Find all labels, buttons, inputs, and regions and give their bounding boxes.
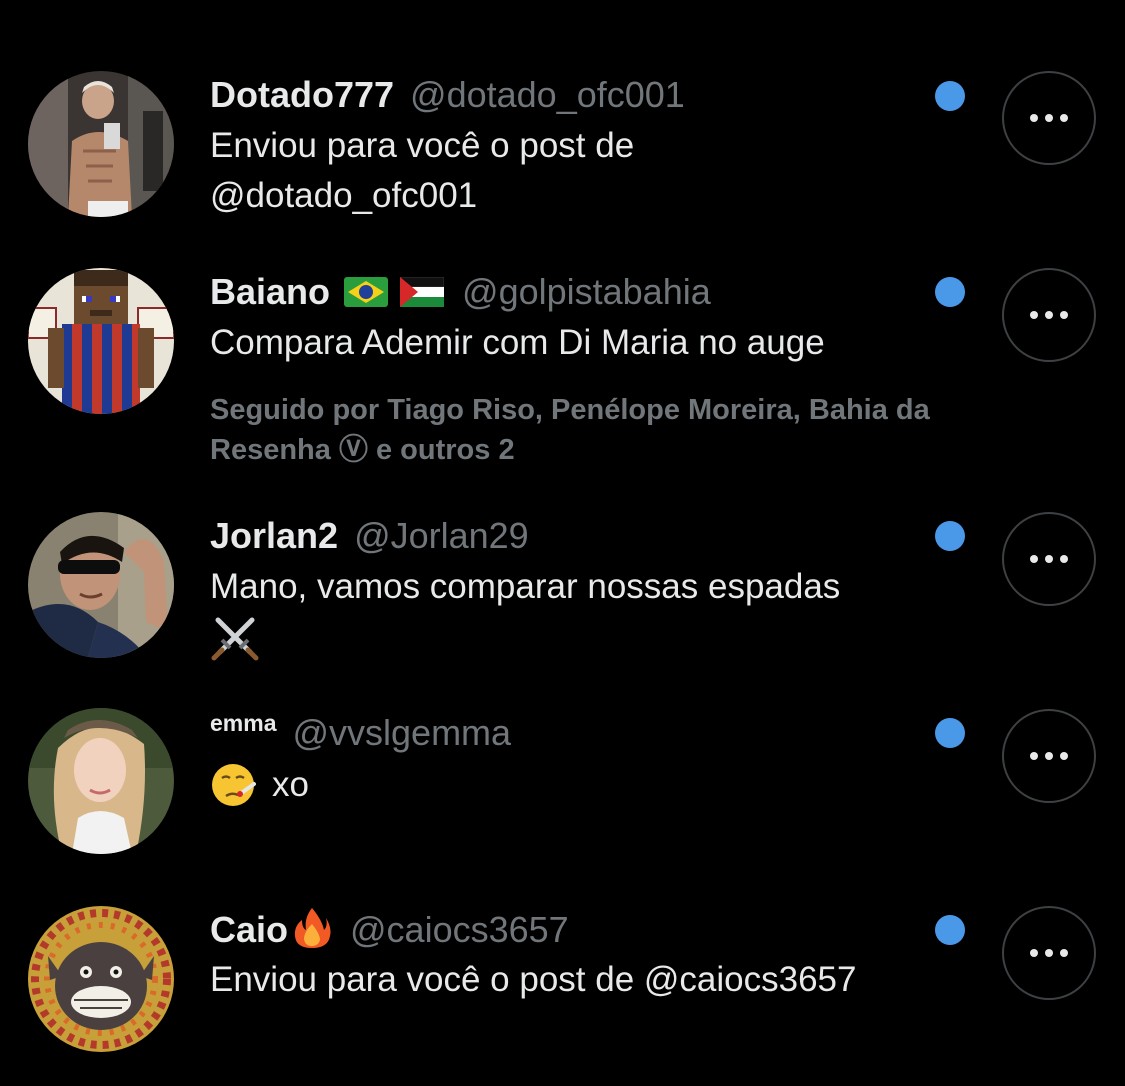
- display-name: Dotado777: [210, 74, 395, 115]
- unread-dot: [935, 277, 965, 307]
- user-handle: @dotado_ofc001: [410, 74, 685, 115]
- avatar[interactable]: [28, 906, 174, 1052]
- unread-dot: [935, 521, 965, 551]
- more-options-button[interactable]: [1002, 906, 1096, 1000]
- more-horizontal-icon: [1030, 555, 1068, 563]
- palestine-flag-icon: [400, 277, 445, 307]
- more-horizontal-icon: [1030, 114, 1068, 122]
- avatar[interactable]: [28, 71, 174, 217]
- display-name: Caio: [210, 909, 289, 950]
- thermometer-face-icon: [212, 764, 256, 806]
- followed-by-text: Seguido por Tiago Riso, Penélope Moreira…: [210, 394, 930, 466]
- message-preview: Enviou para você o post de @caiocs3657: [210, 960, 857, 999]
- more-options-button[interactable]: [1002, 71, 1096, 165]
- avatar[interactable]: [28, 512, 174, 658]
- user-handle: @vvslgemma: [292, 712, 512, 753]
- more-options-button[interactable]: [1002, 268, 1096, 362]
- more-options-button[interactable]: [1002, 709, 1096, 803]
- unread-dot: [935, 81, 965, 111]
- message-preview: xo: [210, 762, 950, 808]
- user-handle: @caiocs3657: [350, 909, 569, 950]
- avatar[interactable]: [28, 708, 174, 854]
- crossed-swords-icon: [211, 617, 259, 661]
- fire-icon: [292, 906, 332, 955]
- message-line: Enviou para você o post de: [210, 126, 635, 165]
- brazil-flag-icon: [344, 277, 389, 307]
- user-handle: @golpistabahia: [462, 271, 711, 312]
- display-name: emma: [210, 710, 277, 736]
- unread-dot: [935, 718, 965, 748]
- message-request-item[interactable]: Jorlan2 @Jorlan29 Mano, vamos comparar n…: [0, 500, 1125, 700]
- message-line: @dotado_ofc001: [210, 176, 478, 215]
- more-horizontal-icon: [1030, 311, 1068, 319]
- avatar[interactable]: [28, 268, 174, 414]
- display-name: Jorlan2: [210, 515, 339, 556]
- message-request-item[interactable]: Dotado777 @dotado_ofc001 Enviou para voc…: [0, 0, 1125, 240]
- message-line: xo: [272, 765, 309, 804]
- display-name: Baiano: [210, 271, 331, 312]
- user-handle: @Jorlan29: [354, 515, 529, 556]
- message-request-item[interactable]: Baiano @golpistabahia Compara Ademir com…: [0, 240, 1125, 500]
- more-horizontal-icon: [1030, 949, 1068, 957]
- message-line: Mano, vamos comparar nossas espadas: [210, 567, 841, 606]
- message-preview: Mano, vamos comparar nossas espadas: [210, 566, 950, 672]
- more-options-button[interactable]: [1002, 512, 1096, 606]
- message-preview: Compara Ademir com Di Maria no auge: [210, 323, 825, 362]
- message-request-item[interactable]: Caio @caiocs3657 Enviou para você o post…: [0, 900, 1125, 1086]
- message-request-item[interactable]: emma @vvslgemma xo: [0, 700, 1125, 900]
- more-horizontal-icon: [1030, 752, 1068, 760]
- unread-dot: [935, 915, 965, 945]
- message-preview: Enviou para você o post de @dotado_ofc00…: [210, 125, 950, 217]
